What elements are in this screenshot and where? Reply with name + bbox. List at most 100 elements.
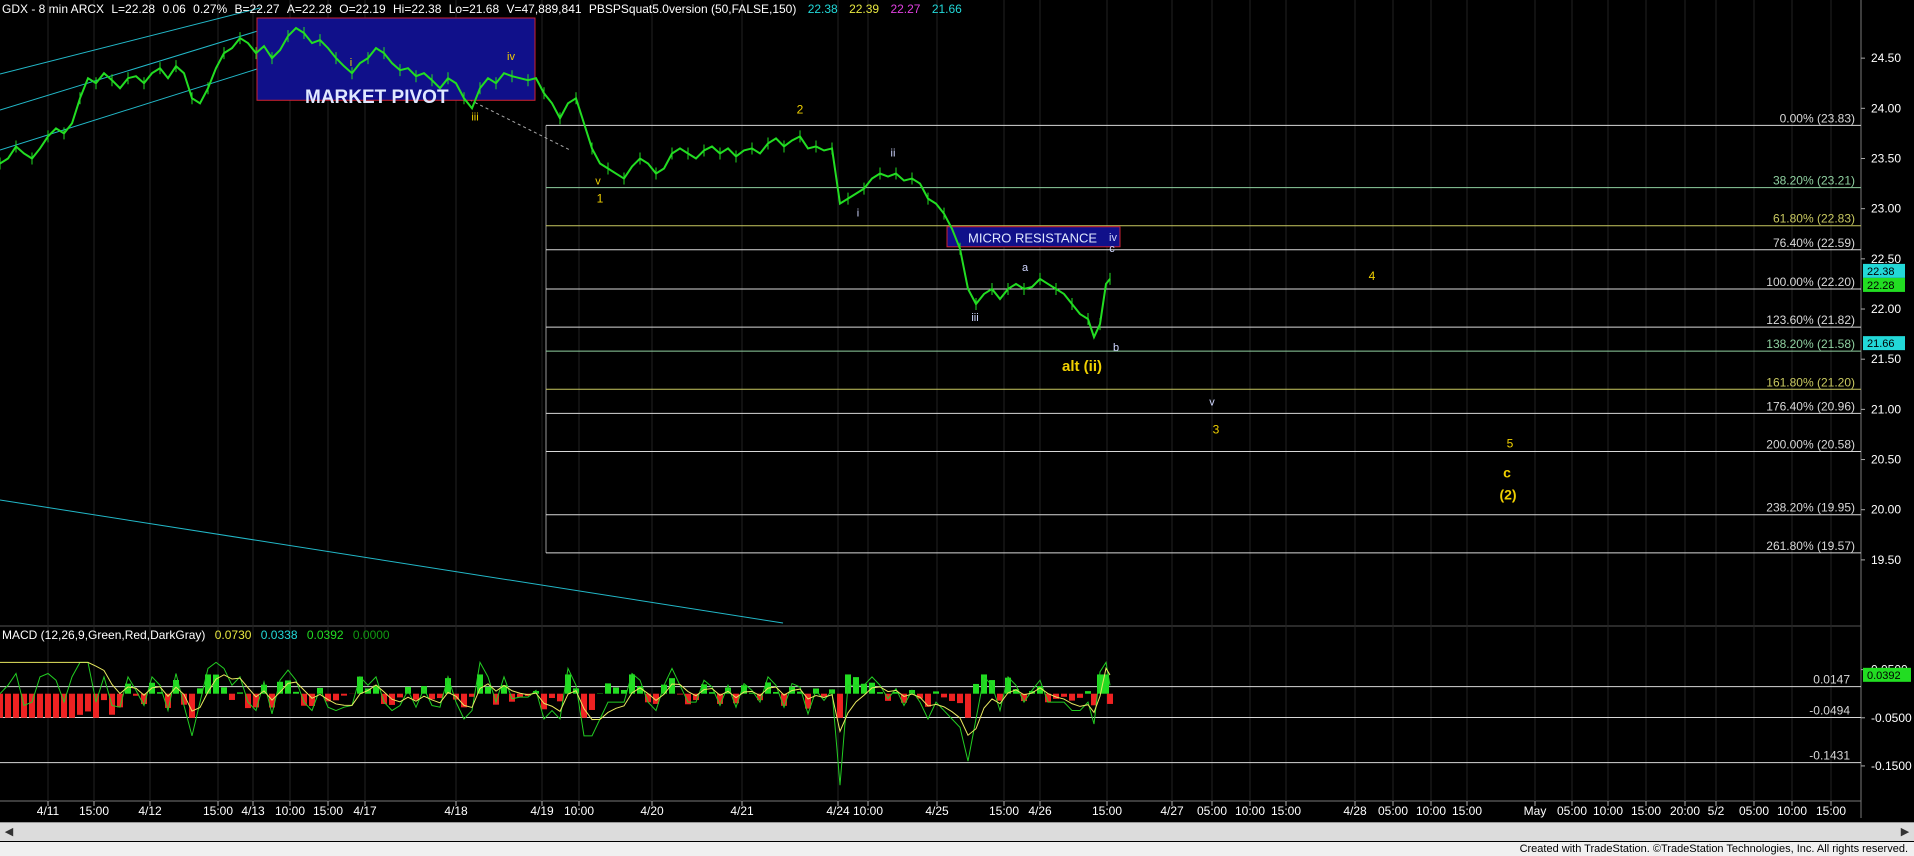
macd-histogram-bar xyxy=(285,680,291,694)
wave-labels: iiviiiv12iiiaiiiivcbalt (ii)v345c(2) xyxy=(350,51,1517,503)
macd-line xyxy=(0,660,1111,786)
fib-level-label: 0.00% (23.83) xyxy=(1780,111,1855,125)
macd-tick-label: -0.0500 xyxy=(1871,711,1912,725)
macd-histogram-bar xyxy=(677,693,683,695)
price-y-axis: 24.50 24.00 23.50 23.00 22.50 22.00 21.50 21.00… xyxy=(1861,51,1901,567)
macd-histogram-bar xyxy=(1069,693,1075,701)
wave-label: b xyxy=(1113,342,1119,354)
time-tick-label: May xyxy=(1524,804,1547,818)
zone-boxes: MARKET PIVOT MICRO RESISTANCE xyxy=(256,17,1121,248)
macd-histogram-bar xyxy=(69,693,75,718)
indicator-value-2: 22.39 xyxy=(849,2,880,16)
price-line xyxy=(0,26,1111,340)
volume-value: V=47,889,841 xyxy=(506,2,582,16)
scroll-right-arrow-icon[interactable]: ▶ xyxy=(1898,825,1912,839)
macd-histogram-bar xyxy=(541,693,547,710)
micro-resistance-label: MICRO RESISTANCE xyxy=(968,231,1097,246)
time-tick-label: 15:00 xyxy=(1271,804,1301,818)
open-value: O=22.19 xyxy=(339,2,386,16)
wave-label: c xyxy=(1503,465,1511,481)
wave-label: ii xyxy=(891,147,896,159)
time-tick-label: 5/2 xyxy=(1708,804,1725,818)
time-tick-label: 4/19 xyxy=(530,804,554,818)
high-value: Hi=22.38 xyxy=(393,2,442,16)
symbol-label: GDX - 8 min ARCX xyxy=(2,2,105,16)
fib-level-label: 176.40% (20.96) xyxy=(1766,399,1855,413)
macd-histogram-bar xyxy=(549,693,555,698)
macd-tag-label: 0.0392 xyxy=(1867,670,1901,682)
macd-value-4: 0.0000 xyxy=(352,628,390,642)
time-tick-label: 15:00 xyxy=(1452,804,1482,818)
wave-label: iii xyxy=(471,111,478,123)
macd-histogram-bar xyxy=(925,693,931,707)
fib-level-label: 238.20% (19.95) xyxy=(1766,501,1855,515)
macd-histogram-bar xyxy=(13,693,19,718)
price-tick-label: 22.50 xyxy=(1871,252,1901,266)
price-tick-label: 23.50 xyxy=(1871,151,1901,165)
wave-label: c xyxy=(1109,243,1115,255)
time-tick-label: 10:00 xyxy=(853,804,883,818)
macd-histogram-bar xyxy=(949,693,955,701)
macd-histogram-bar xyxy=(589,693,595,710)
time-tick-label: 05:00 xyxy=(1197,804,1227,818)
time-tick-label: 15:00 xyxy=(203,804,233,818)
indicator-value-3: 22.27 xyxy=(890,2,921,16)
time-tick-label: 15:00 xyxy=(313,804,343,818)
time-tick-label: 4/25 xyxy=(925,804,949,818)
macd-histogram-bar xyxy=(613,687,619,694)
price-tick-label: 24.00 xyxy=(1871,101,1901,115)
wave-label: 1 xyxy=(597,192,604,206)
macd-histogram-bar xyxy=(877,692,883,694)
channel-line xyxy=(0,7,261,75)
indicator-value-1: 22.38 xyxy=(807,2,838,16)
fib-level-label: 61.80% (22.83) xyxy=(1773,212,1855,226)
macd-histogram-bar xyxy=(837,693,843,718)
wave-label: 4 xyxy=(1369,269,1376,283)
wave-label: 2 xyxy=(797,102,804,116)
horizontal-scrollbar[interactable]: ◀ ▶ xyxy=(0,822,1914,841)
wave-label: 3 xyxy=(1213,422,1220,436)
macd-histogram-bar xyxy=(85,693,91,712)
time-tick-label: 15:00 xyxy=(989,804,1019,818)
macd-histogram-bar xyxy=(397,693,403,698)
macd-histogram-bar xyxy=(0,693,3,718)
bid-value: B=22.27 xyxy=(234,2,280,16)
chart-canvas: 0.00% (23.83) 38.20% (23.21) 61.80% (22.83… xyxy=(0,0,1912,818)
macd-histogram-bar xyxy=(1077,693,1083,698)
macd-histogram-bar xyxy=(53,693,59,718)
macd-level-label: -0.1431 xyxy=(1809,749,1850,763)
macd-level-label: -0.0494 xyxy=(1809,703,1850,717)
indicator-name: PBSPSquat5.0version (50,FALSE,150) xyxy=(588,2,797,16)
scroll-left-arrow-icon[interactable]: ◀ xyxy=(2,825,16,839)
fib-level-label: 100.00% (22.20) xyxy=(1766,275,1855,289)
time-tick-label: 05:00 xyxy=(1739,804,1769,818)
price-tick-label: 22.00 xyxy=(1871,302,1901,316)
wave-label: v xyxy=(1209,396,1215,408)
wave-label: alt (ii) xyxy=(1062,358,1102,375)
price-tag-label: 21.66 xyxy=(1867,338,1895,350)
macd-histogram-bar xyxy=(37,693,43,718)
macd-histogram-bar xyxy=(1085,691,1091,694)
macd-value-1: 0.0730 xyxy=(214,628,252,642)
time-tick-label: 20:00 xyxy=(1670,804,1700,818)
macd-histogram-bar xyxy=(581,693,587,718)
price-tag-label: 22.28 xyxy=(1867,280,1895,292)
grid-layer xyxy=(47,0,1832,801)
macd-histogram-bar xyxy=(45,693,51,718)
time-tick-label: 4/26 xyxy=(1028,804,1052,818)
change-value: 0.06 xyxy=(162,2,186,16)
macd-histogram-bar xyxy=(221,687,227,694)
macd-histogram-bar xyxy=(629,674,635,694)
time-tick-label: 10:00 xyxy=(1777,804,1807,818)
time-tick-label: 10:00 xyxy=(564,804,594,818)
time-tick-label: 4/13 xyxy=(241,804,265,818)
time-tick-label: 4/28 xyxy=(1343,804,1367,818)
wave-label: (2) xyxy=(1499,487,1516,503)
macd-histogram-bar xyxy=(557,693,563,702)
price-tick-label: 21.50 xyxy=(1871,352,1901,366)
wave-label: i xyxy=(857,208,859,220)
footer-credit: Created with TradeStation. ©TradeStation… xyxy=(1519,843,1908,855)
macd-panel: 0.0500-0.0500-0.15000.0147-0.0494-0.1431… xyxy=(0,660,1912,786)
macd-histogram-bar xyxy=(77,693,83,715)
chart-header: GDX - 8 min ARCX L=22.28 0.06 0.27% B=22… xyxy=(2,2,962,16)
